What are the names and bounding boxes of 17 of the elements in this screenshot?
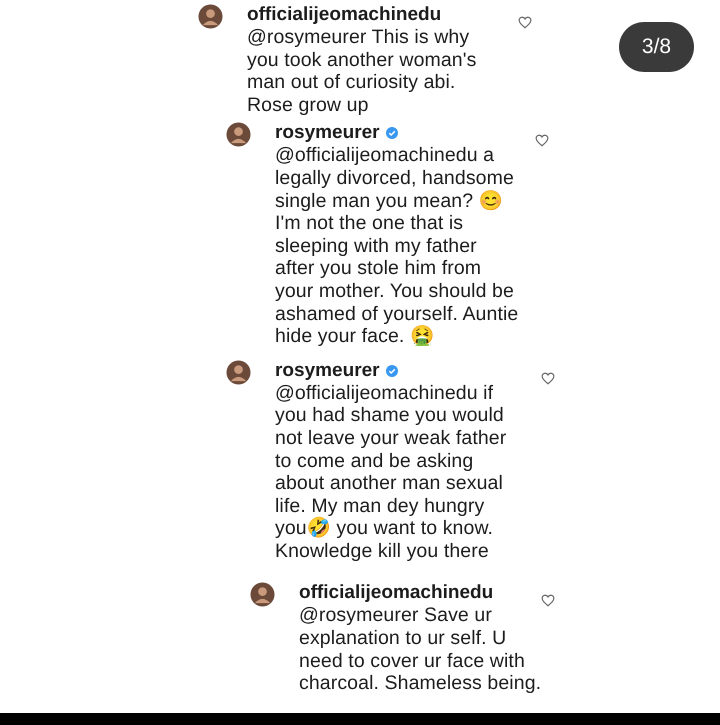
username[interactable]: officialijeomachinedu <box>299 582 494 604</box>
avatar[interactable] <box>198 4 223 29</box>
avatar[interactable] <box>250 582 275 608</box>
username[interactable]: rosymeurer <box>275 360 380 382</box>
heart-icon[interactable] <box>541 372 555 385</box>
username[interactable]: officialijeomachinedu <box>247 4 442 26</box>
comment-text: @officialijeomachinedu a legally divorced, handsome single man you mean? 😊 I'm not the one that is sleeping with my father after you stole him from your mother. You should be ashamed of yourself. Auntie hide your face. 🤮 <box>275 144 520 348</box>
heart-icon[interactable] <box>541 594 556 608</box>
avatar[interactable] <box>226 122 251 148</box>
comment-text: @rosymeurer Save ur explanation to ur self. U need to cover ur face with charcoal. Shameless being. <box>299 604 542 695</box>
comment-text: @officialijeomachinedu if you had shame you would not leave your weak father to come and be asking about another man sexual life. My man dey hungry you🤣 you want to know. Knowledge kill you there <box>275 382 508 562</box>
comment-text: @rosymeurer This is why you took another woman's man out of curiosity abi. Rose grow up <box>247 26 478 116</box>
heart-icon[interactable] <box>535 134 549 148</box>
heart-icon[interactable] <box>518 16 532 29</box>
page-indicator: 3/8 <box>619 22 694 72</box>
username[interactable]: rosymeurer <box>275 122 380 144</box>
avatar[interactable] <box>226 360 251 385</box>
